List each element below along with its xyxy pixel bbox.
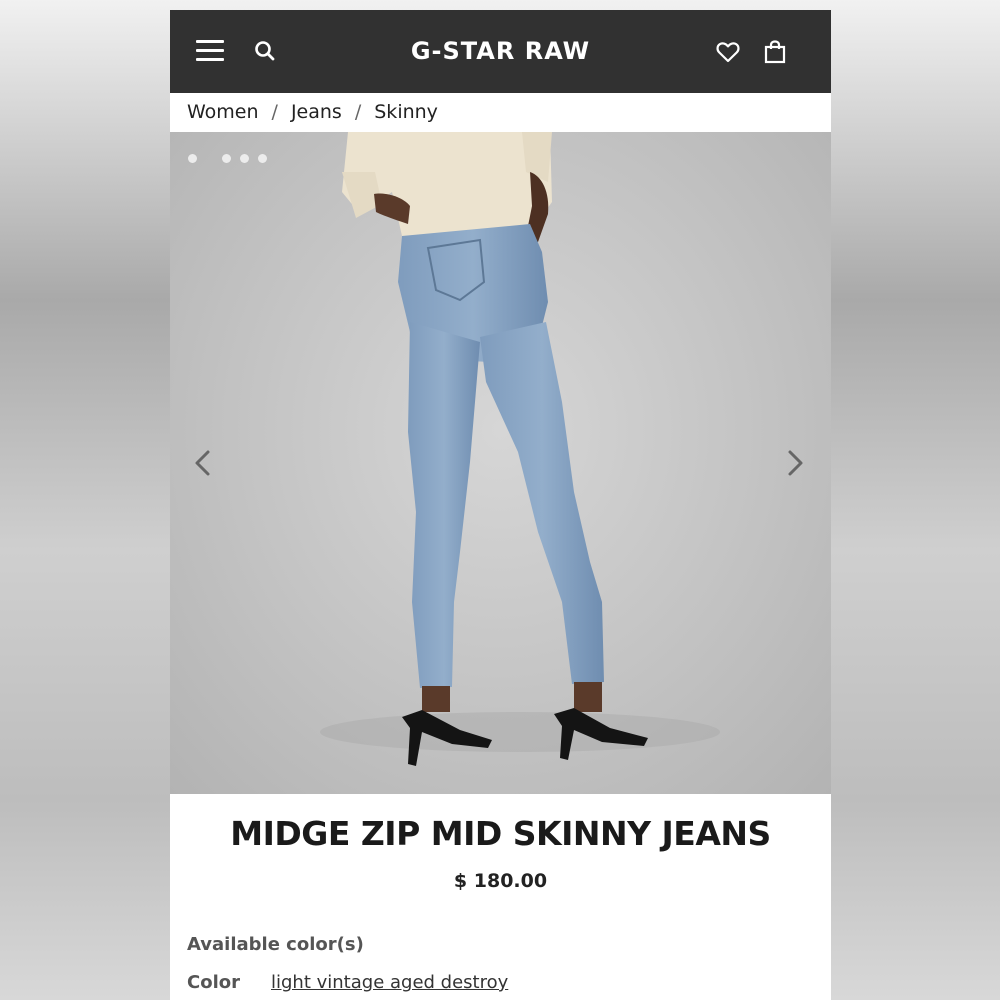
breadcrumb: Women / Jeans / Skinny xyxy=(187,92,438,132)
breadcrumb-item-jeans[interactable]: Jeans xyxy=(291,101,342,123)
breadcrumb-item-women[interactable]: Women xyxy=(187,101,259,123)
chevron-right-icon[interactable] xyxy=(782,448,808,478)
breadcrumb-item-skinny[interactable]: Skinny xyxy=(374,101,438,123)
gallery-dot[interactable] xyxy=(258,154,267,163)
color-label: Color xyxy=(187,972,240,993)
product-photo xyxy=(320,132,720,766)
chevron-left-icon[interactable] xyxy=(190,448,216,478)
breadcrumb-separator: / xyxy=(354,101,362,123)
product-page: G-STAR RAW Women / Jeans / Skinny MIDGE … xyxy=(170,10,831,1000)
gallery-dot[interactable] xyxy=(188,154,197,163)
top-navigation-bar: G-STAR RAW xyxy=(170,10,831,93)
gallery-dot[interactable] xyxy=(222,154,231,163)
product-image-gallery[interactable] xyxy=(170,132,831,794)
heart-icon[interactable] xyxy=(716,41,740,63)
product-price: $ 180.00 xyxy=(453,870,548,892)
available-colors-label: Available color(s) xyxy=(187,934,364,955)
gallery-pagination-dots xyxy=(188,154,276,163)
color-value-link[interactable]: light vintage aged destroy xyxy=(271,972,508,993)
bag-icon[interactable] xyxy=(764,40,786,64)
breadcrumb-separator: / xyxy=(271,101,278,123)
product-title: MIDGE ZIP MID SKINNY JEANS xyxy=(230,814,771,853)
gallery-dot[interactable] xyxy=(240,154,249,163)
